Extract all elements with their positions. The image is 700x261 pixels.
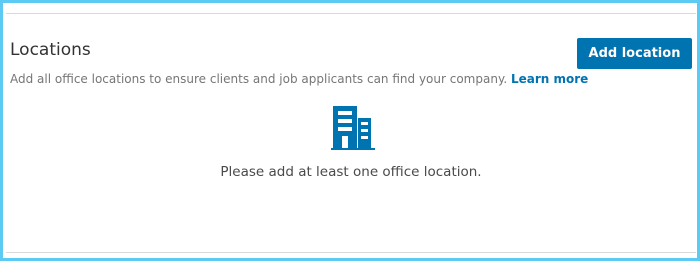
section-title: Locations (10, 40, 91, 60)
locations-section: Locations Add location Add all office lo… (6, 13, 696, 253)
empty-state-message: Please add at least one office location. (220, 164, 482, 180)
screenshot-frame: Locations Add location Add all office lo… (0, 0, 700, 261)
description-text: Add all office locations to ensure clien… (10, 72, 511, 86)
section-description: Add all office locations to ensure clien… (10, 72, 588, 86)
learn-more-link[interactable]: Learn more (511, 72, 588, 86)
office-building-icon (331, 106, 375, 150)
add-location-button[interactable]: Add location (577, 38, 692, 69)
